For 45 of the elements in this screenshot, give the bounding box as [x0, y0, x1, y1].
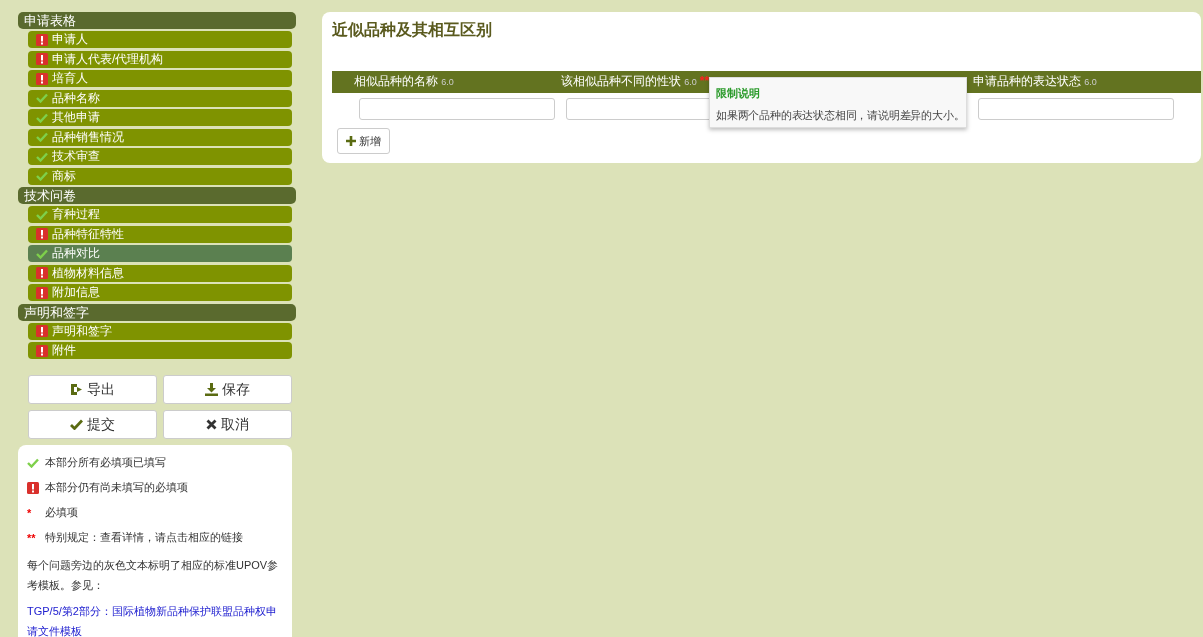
input-field[interactable] — [359, 98, 555, 120]
plus-icon — [346, 136, 356, 146]
nav-item[interactable]: 育种过程 — [28, 206, 292, 223]
nav-item[interactable]: 技术审查 — [28, 148, 292, 165]
nav-item[interactable]: 其他申请 — [28, 109, 292, 126]
nav-item[interactable]: 附件 — [28, 342, 292, 359]
column-header: 相似品种的名称 6.0 — [353, 73, 455, 90]
cancel-button[interactable]: 取消 — [163, 410, 292, 439]
nav-item[interactable]: 申请人 — [28, 31, 292, 48]
export-button[interactable]: 导出 — [28, 375, 157, 404]
required-mark: ** — [27, 531, 37, 544]
page-title: 近似品种及其相互区别 — [332, 20, 493, 40]
legend-text: 必填项 — [45, 505, 78, 520]
add-button[interactable]: 新增 — [337, 128, 390, 154]
required-mark: * — [27, 506, 33, 519]
input-field[interactable] — [978, 98, 1174, 120]
error-icon — [27, 481, 39, 494]
submit-button[interactable]: 提交 — [28, 410, 157, 439]
export-icon — [70, 383, 83, 396]
nav-item[interactable]: 申请人代表/代理机构 — [28, 50, 292, 68]
template-link[interactable]: TGP/5/第2部分：国际植物新品种保护联盟品种权申请文件模板 — [27, 601, 284, 637]
column-header: 申请品种的表达状态 6.0 — [972, 73, 1098, 90]
tooltip-title: 限制说明 — [716, 86, 761, 101]
close-icon — [206, 419, 217, 430]
nav-item[interactable]: 商标 — [28, 167, 292, 185]
note-text: 每个问题旁边的灰色文本标明了相应的标准UPOV参考模板。参见： — [27, 558, 280, 593]
section-header: 技术问卷 — [18, 187, 296, 204]
tooltip-text: 如果两个品种的表达状态相同，请说明差异的大小。 — [716, 109, 965, 121]
section-header: 声明和签字 — [18, 303, 296, 321]
nav-item[interactable]: 品种名称 — [28, 89, 292, 107]
legend-text: 特别规定：查看详情，请点击相应的链接 — [45, 530, 243, 545]
check-icon — [27, 457, 39, 468]
nav-item[interactable]: 声明和签字 — [28, 322, 292, 340]
nav-item[interactable]: 附加信息 — [28, 284, 292, 301]
nav-item[interactable]: 品种销售情况 — [28, 128, 292, 146]
nav-item[interactable]: 培育人 — [28, 70, 292, 87]
legend-text: 本部分所有必填项已填写 — [45, 455, 166, 470]
nav-item[interactable]: 植物材料信息 — [28, 264, 292, 282]
nav-item[interactable]: 品种特征特性 — [28, 225, 292, 243]
download-icon — [205, 383, 218, 396]
check-icon — [70, 419, 83, 430]
nav-item[interactable]: 品种对比 — [28, 245, 292, 262]
save-button[interactable]: 保存 — [163, 375, 292, 404]
section-header: 申请表格 — [18, 12, 296, 29]
legend-text: 本部分仍有尚未填写的必填项 — [45, 480, 188, 495]
